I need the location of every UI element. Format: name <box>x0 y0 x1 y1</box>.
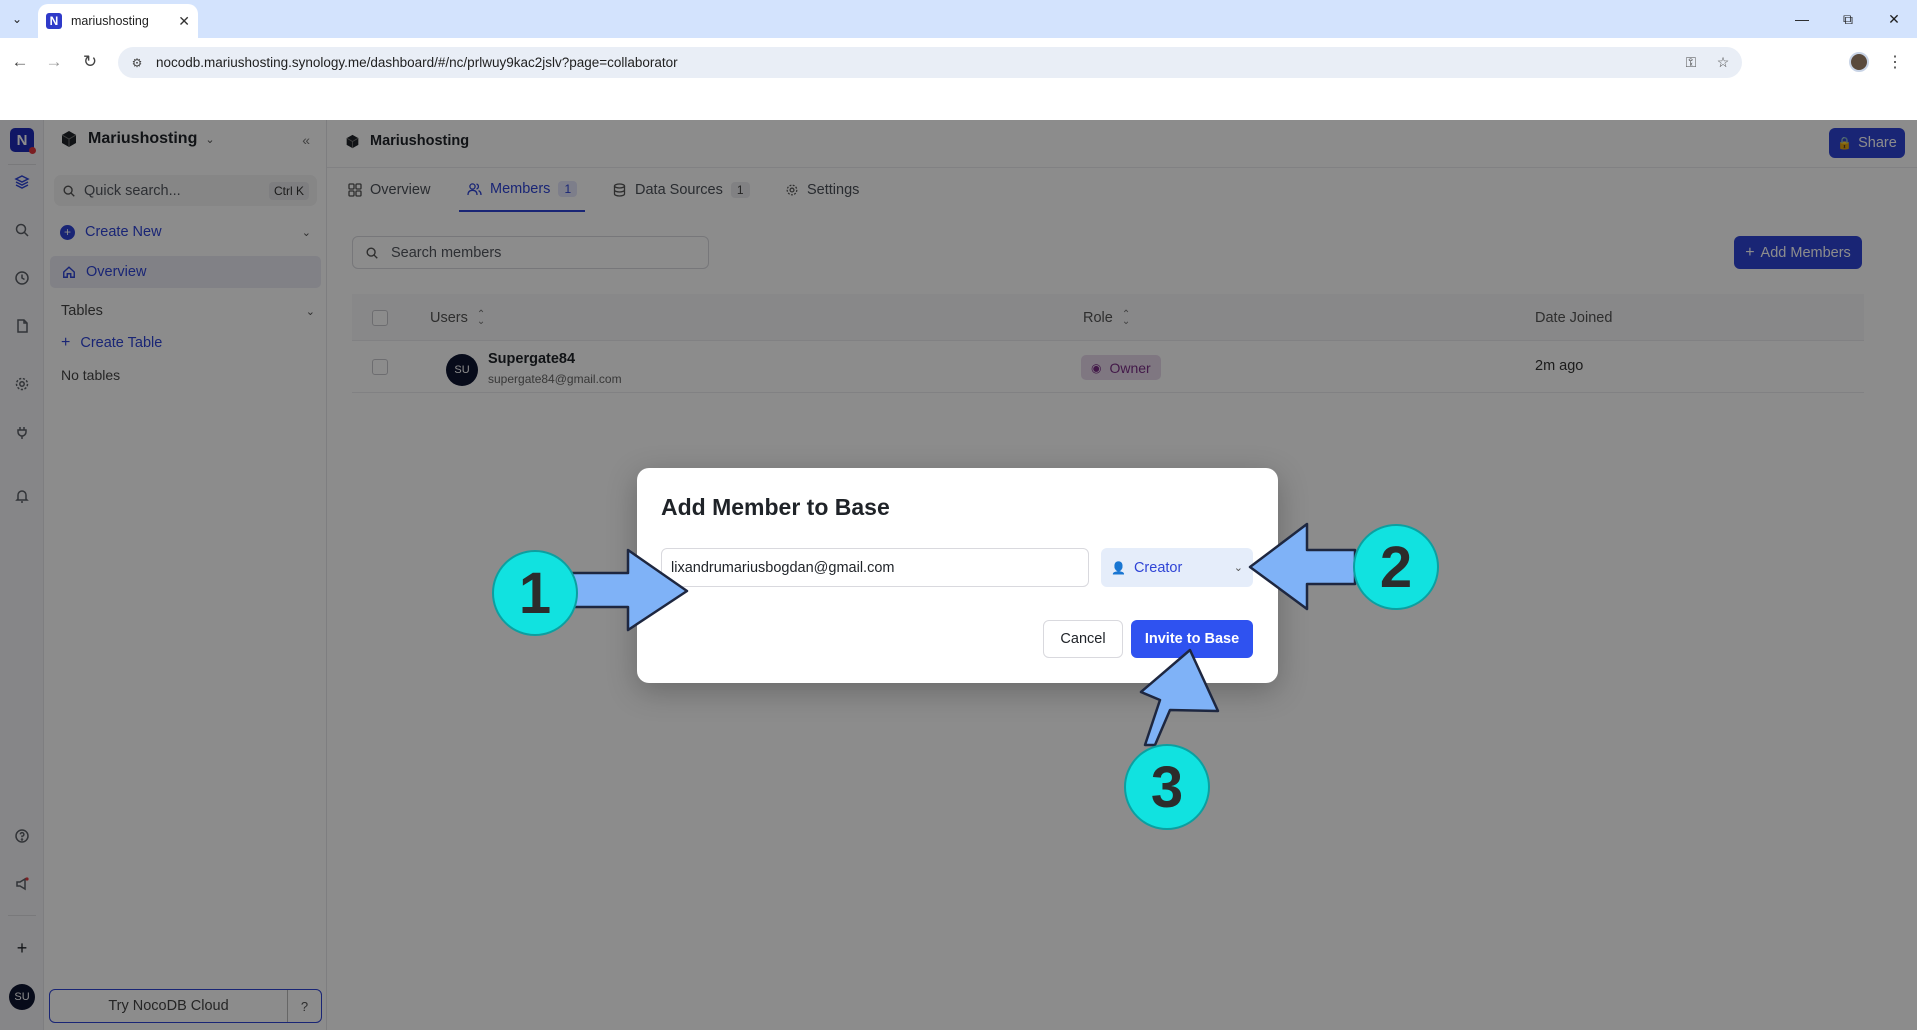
address-bar[interactable]: ⚙ nocodb.mariushosting.synology.me/dashb… <box>118 47 1742 78</box>
callout-1: 1 <box>492 550 578 636</box>
reload-icon[interactable]: ↻ <box>78 50 102 74</box>
url-text: nocodb.mariushosting.synology.me/dashboa… <box>156 55 678 70</box>
user-role-icon: 👤 <box>1111 560 1126 575</box>
callout-2: 2 <box>1353 524 1439 610</box>
cancel-button[interactable]: Cancel <box>1043 620 1123 658</box>
browser-tab-title: mariushosting <box>71 14 149 28</box>
forward-arrow-icon[interactable]: → <box>42 50 66 74</box>
bookmark-star-icon[interactable]: ☆ <box>1710 52 1736 74</box>
minimize-icon[interactable]: — <box>1779 0 1825 38</box>
back-arrow-icon[interactable]: ← <box>8 50 32 74</box>
role-select[interactable]: 👤 Creator ⌄ <box>1101 548 1253 587</box>
callout-3: 3 <box>1124 744 1210 830</box>
window-close-icon[interactable]: ✕ <box>1871 0 1917 38</box>
invite-to-base-button[interactable]: Invite to Base <box>1131 620 1253 658</box>
nocodb-favicon-icon: N <box>46 13 62 29</box>
email-field[interactable] <box>661 548 1089 587</box>
password-key-icon[interactable]: ⚿ <box>1678 52 1704 74</box>
dialog-title: Add Member to Base <box>661 494 890 520</box>
site-info-icon[interactable]: ⚙ <box>128 54 146 72</box>
window-controls: — ⧉ ✕ <box>1779 0 1917 38</box>
restore-icon[interactable]: ⧉ <box>1825 0 1871 38</box>
role-select-value: Creator <box>1133 559 1183 576</box>
browser-toolbar: ← → ↻ ⚙ nocodb.mariushosting.synology.me… <box>0 38 1917 86</box>
browser-tab[interactable]: N mariushosting ✕ <box>38 4 198 38</box>
browser-tabbar: ⌄ N mariushosting ✕ — ⧉ ✕ <box>0 0 1917 38</box>
browser-menu-icon[interactable]: ⋮ <box>1885 50 1905 74</box>
add-member-dialog: Add Member to Base 👤 Creator ⌄ Cancel In… <box>637 468 1278 683</box>
chevron-down-icon: ⌄ <box>1233 562 1243 574</box>
browser-profile-avatar[interactable] <box>1849 52 1869 72</box>
close-tab-icon[interactable]: ✕ <box>178 13 190 30</box>
tab-list-chevron-icon[interactable]: ⌄ <box>6 8 28 30</box>
